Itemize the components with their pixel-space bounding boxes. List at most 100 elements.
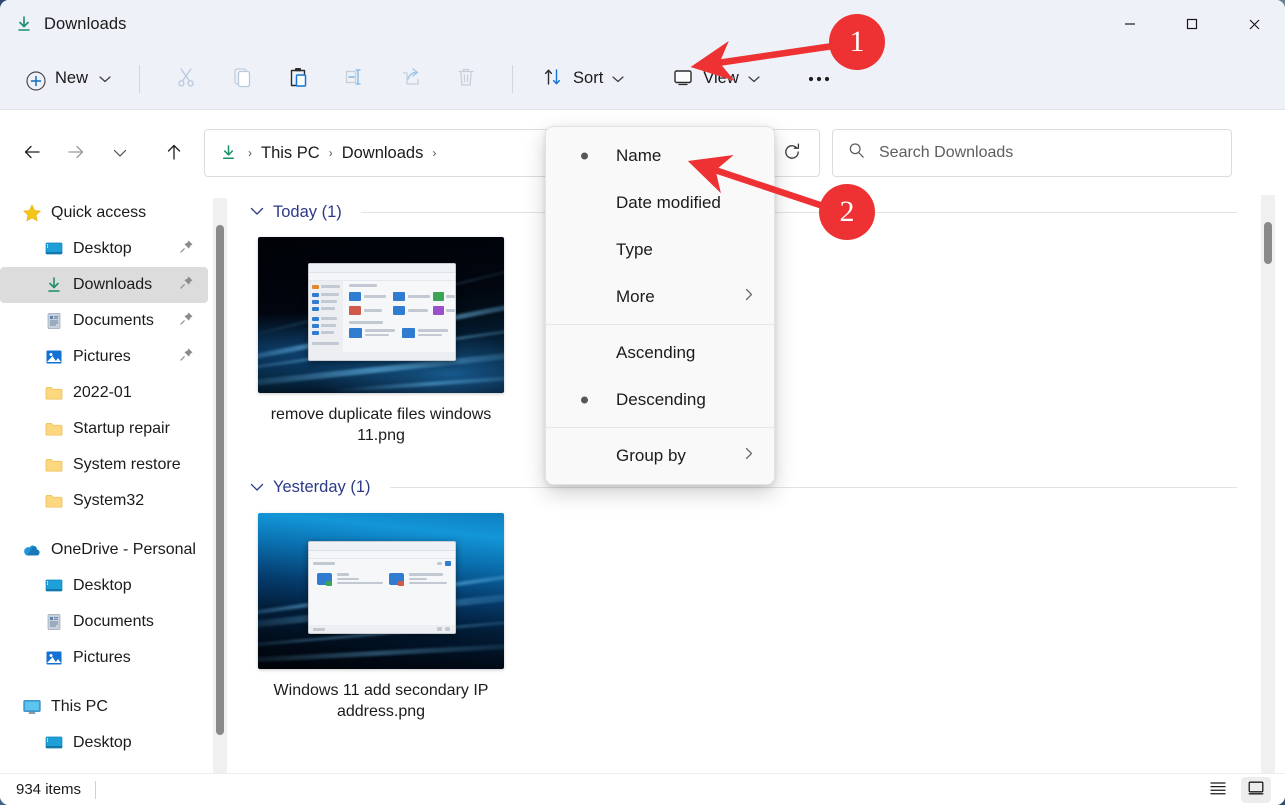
copy-icon	[231, 66, 253, 91]
menu-item-label: Group by	[616, 446, 686, 466]
view-button[interactable]: View	[661, 59, 770, 99]
sidebar-label: OneDrive - Personal	[51, 541, 196, 559]
pictures-icon	[44, 648, 64, 668]
onedrive-icon	[22, 540, 42, 560]
folder-icon	[44, 383, 64, 403]
file-name: Windows 11 add secondary IP address.png	[255, 680, 507, 723]
share-button[interactable]	[382, 59, 438, 99]
sidebar-scrollbar-thumb[interactable]	[216, 225, 224, 735]
sidebar-item-system32[interactable]: System32	[0, 483, 208, 519]
sidebar-item-onedrive-desktop[interactable]: Desktop	[0, 568, 208, 604]
breadcrumb-downloads[interactable]: Downloads	[336, 141, 430, 166]
chevron-down-icon[interactable]	[250, 479, 264, 497]
search-input[interactable]: Search Downloads	[879, 144, 1013, 162]
menu-item-type[interactable]: Type	[550, 226, 770, 273]
sidebar-item-this-pc[interactable]: This PC	[0, 689, 208, 725]
rename-button[interactable]	[326, 59, 382, 99]
chevron-down-icon[interactable]	[250, 203, 264, 221]
search-box[interactable]: Search Downloads	[832, 129, 1232, 177]
clipboard-paste-icon	[287, 66, 309, 91]
window-controls	[1099, 0, 1285, 48]
sidebar-item-documents[interactable]: Documents	[0, 303, 208, 339]
radio-selected-icon	[581, 396, 588, 403]
sort-button[interactable]: Sort	[531, 59, 635, 99]
breadcrumb-separator: ›	[245, 146, 255, 160]
breadcrumb-this-pc[interactable]: This PC	[255, 141, 326, 166]
menu-item-label: Name	[616, 146, 661, 166]
group-divider	[361, 212, 1237, 213]
window-title-group: Downloads	[0, 0, 127, 48]
content-scrollbar-thumb[interactable]	[1264, 222, 1272, 264]
more-options-button[interactable]	[791, 59, 847, 99]
sidebar-item-onedrive-pictures[interactable]: Pictures	[0, 640, 208, 676]
file-thumbnail[interactable]	[258, 237, 504, 393]
delete-button[interactable]	[438, 59, 494, 99]
sidebar-label: Desktop	[73, 577, 132, 595]
mini-body	[309, 264, 455, 360]
menu-item-label: More	[616, 287, 655, 307]
cut-button[interactable]	[158, 59, 214, 99]
pin-icon	[179, 311, 194, 331]
sidebar-label: Downloads	[73, 276, 152, 294]
sidebar-label: Desktop	[73, 734, 132, 752]
details-view-button[interactable]	[1203, 777, 1233, 803]
menu-item-label: Date modified	[616, 193, 721, 213]
list-view-icon	[1209, 780, 1227, 799]
sidebar-item-quick-access[interactable]: Quick access	[0, 195, 208, 231]
file-tile[interactable]: remove duplicate files windows 11.png	[258, 237, 504, 447]
menu-item-group-by[interactable]: Group by	[550, 432, 770, 479]
refresh-button[interactable]	[771, 131, 813, 175]
up-button[interactable]	[152, 131, 196, 175]
menu-item-more[interactable]: More	[550, 273, 770, 320]
file-thumbnail[interactable]	[258, 513, 504, 669]
thumbnail-mini-window	[308, 541, 456, 634]
sort-button-label: Sort	[573, 69, 603, 88]
status-bar: 934 items	[0, 773, 1285, 805]
sort-arrows-icon	[542, 66, 564, 91]
chevron-down-icon	[113, 146, 127, 161]
sidebar-item-onedrive-documents[interactable]: Documents	[0, 604, 208, 640]
content-scrollbar[interactable]	[1261, 195, 1275, 773]
folder-icon	[44, 455, 64, 475]
menu-item-descending[interactable]: Descending	[550, 376, 770, 423]
sidebar-item-pictures[interactable]: Pictures	[0, 339, 208, 375]
minimize-button[interactable]	[1099, 0, 1161, 48]
sidebar-item-2022-01[interactable]: 2022-01	[0, 375, 208, 411]
large-icons-view-icon	[1247, 780, 1265, 799]
sidebar-label: Startup repair	[73, 420, 170, 438]
pin-icon	[179, 275, 194, 295]
sidebar-item-system-restore[interactable]: System restore	[0, 447, 208, 483]
sidebar-item-onedrive[interactable]: OneDrive - Personal	[0, 532, 208, 568]
view-button-label: View	[703, 69, 738, 88]
menu-item-name[interactable]: Name	[550, 132, 770, 179]
paste-button[interactable]	[270, 59, 326, 99]
forward-button[interactable]	[54, 131, 98, 175]
breadcrumb-separator: ›	[429, 146, 439, 160]
desktop-icon	[44, 239, 64, 259]
thumbnail-mini-window	[308, 263, 456, 361]
sidebar-item-startup-repair[interactable]: Startup repair	[0, 411, 208, 447]
breadcrumb-separator: ›	[326, 146, 336, 160]
documents-icon	[44, 311, 64, 331]
sidebar-item-desktop[interactable]: Desktop	[0, 231, 208, 267]
menu-item-ascending[interactable]: Ascending	[550, 329, 770, 376]
sidebar-item-pc-desktop[interactable]: Desktop	[0, 725, 208, 761]
menu-item-date-modified[interactable]: Date modified	[550, 179, 770, 226]
menu-item-label: Type	[616, 240, 653, 260]
title-bar: Downloads	[0, 0, 1285, 48]
radio-selected-icon	[581, 152, 588, 159]
menu-divider	[546, 324, 774, 325]
close-button[interactable]	[1223, 0, 1285, 48]
ellipsis-icon	[807, 71, 831, 86]
sidebar-item-downloads[interactable]: Downloads	[0, 267, 208, 303]
copy-button[interactable]	[214, 59, 270, 99]
large-icons-view-button[interactable]	[1241, 777, 1271, 803]
menu-divider-2	[546, 427, 774, 428]
search-icon	[847, 141, 866, 165]
arrow-up-icon	[163, 141, 185, 166]
recent-locations-button[interactable]	[98, 131, 142, 175]
file-tile[interactable]: Windows 11 add secondary IP address.png	[258, 513, 504, 723]
maximize-button[interactable]	[1161, 0, 1223, 48]
back-button[interactable]	[10, 131, 54, 175]
new-button[interactable]: New	[20, 60, 121, 98]
